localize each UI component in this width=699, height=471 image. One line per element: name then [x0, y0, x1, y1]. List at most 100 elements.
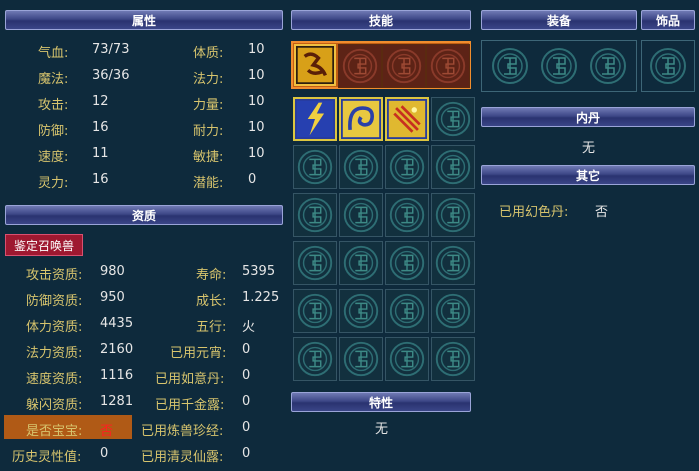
- skill-slot[interactable]: [431, 337, 475, 381]
- skill-slot[interactable]: [293, 241, 337, 285]
- yellow-rune-skill-icon[interactable]: [294, 44, 336, 86]
- apt-label-dodge: 躲闪资质:: [26, 398, 83, 413]
- apt-label-stamina: 体力资质:: [26, 320, 83, 335]
- attr-label-defense: 防御:: [38, 124, 69, 139]
- skill-slot[interactable]: [339, 241, 383, 285]
- apt-value-speed: 1116: [100, 368, 134, 383]
- selected-skill-row: [291, 41, 471, 89]
- apt-value-dodge: 1281: [100, 394, 134, 409]
- skill-slot[interactable]: [293, 337, 337, 381]
- skill-slot[interactable]: [339, 145, 383, 189]
- skill-slot[interactable]: [431, 145, 475, 189]
- skill-slot[interactable]: [339, 289, 383, 333]
- skill-slot[interactable]: [339, 193, 383, 237]
- skill-slot[interactable]: [385, 193, 429, 237]
- attr-value-endurance: 10: [248, 120, 265, 135]
- attr-value-strength: 10: [248, 94, 265, 109]
- skill-slot[interactable]: [431, 193, 475, 237]
- attr-label-hp: 气血:: [38, 46, 69, 61]
- attr-value-agility: 10: [248, 146, 265, 161]
- other-label-huanse: 已用幻色丹:: [499, 205, 569, 220]
- attr-label-agility: 敏捷:: [193, 150, 224, 165]
- equipment-slot[interactable]: [537, 44, 581, 88]
- skill-slot[interactable]: [385, 337, 429, 381]
- skill-slot[interactable]: [293, 193, 337, 237]
- apt-value-element: 火: [242, 320, 256, 335]
- apt-value-history-spirit: 0: [100, 446, 109, 461]
- accessory-header: 饰品: [641, 10, 695, 30]
- attr-label-mp: 魔法:: [38, 72, 69, 87]
- attr-label-magic: 法力:: [193, 72, 224, 87]
- skill-slot[interactable]: [293, 145, 337, 189]
- apt-label-qingling: 已用清灵仙露:: [141, 450, 224, 465]
- inner-dan-header: 内丹: [481, 107, 695, 127]
- equipment-slot[interactable]: [586, 44, 630, 88]
- apt-value-is-baby: 否: [100, 424, 114, 439]
- skill-slot[interactable]: [385, 289, 429, 333]
- skill-slot-locked[interactable]: [338, 44, 382, 88]
- attr-value-mp: 36/36: [92, 68, 130, 83]
- apt-value-defense: 950: [100, 290, 125, 305]
- apt-label-lifespan: 寿命:: [196, 268, 227, 283]
- skill-slot[interactable]: [339, 337, 383, 381]
- accessory-slot-frame: [641, 40, 695, 92]
- attr-value-spirit: 16: [92, 172, 109, 187]
- attr-value-defense: 16: [92, 120, 109, 135]
- attr-label-strength: 力量:: [193, 98, 224, 113]
- skill-slot-locked[interactable]: [426, 44, 470, 88]
- attr-value-magic: 10: [248, 68, 265, 83]
- attr-label-speed: 速度:: [38, 150, 69, 165]
- apt-label-lianshou: 已用炼兽珍经:: [141, 424, 224, 439]
- apt-label-speed: 速度资质:: [26, 372, 83, 387]
- other-value-huanse: 否: [595, 205, 609, 220]
- apt-value-attack: 980: [100, 264, 125, 279]
- swirl-skill-icon[interactable]: [339, 97, 383, 141]
- skill-slot[interactable]: [431, 289, 475, 333]
- attr-label-attack: 攻击:: [38, 98, 69, 113]
- apt-value-growth: 1.225: [242, 290, 280, 305]
- attributes-header: 属性: [5, 10, 283, 30]
- attr-label-spirit: 灵力:: [38, 176, 69, 191]
- skill-slot[interactable]: [385, 241, 429, 285]
- apt-label-ruyi: 已用如意丹:: [155, 372, 225, 387]
- attr-value-attack: 12: [92, 94, 109, 109]
- attr-value-constitution: 10: [248, 42, 265, 57]
- apt-value-ruyi: 0: [242, 368, 251, 383]
- attr-value-hp: 73/73: [92, 42, 130, 57]
- identify-pet-button[interactable]: 鉴定召唤兽: [5, 234, 83, 256]
- attr-label-potential: 潜能:: [193, 176, 224, 191]
- apt-label-history-spirit: 历史灵性值:: [12, 450, 82, 465]
- skill-slot[interactable]: [385, 145, 429, 189]
- inner-dan-value: 无: [582, 141, 596, 156]
- apt-value-stamina: 4435: [100, 316, 134, 331]
- traits-value: 无: [375, 422, 389, 437]
- other-header: 其它: [481, 165, 695, 185]
- sparkle-skill-icon[interactable]: [385, 97, 429, 141]
- skill-slot[interactable]: [431, 241, 475, 285]
- apt-label-is-baby: 是否宝宝:: [26, 424, 83, 439]
- apt-label-yuanxiao: 已用元宵:: [170, 346, 227, 361]
- apt-label-growth: 成长:: [196, 294, 227, 309]
- apt-value-magic: 2160: [100, 342, 134, 357]
- skills-header: 技能: [291, 10, 471, 30]
- apt-value-qianjin: 0: [242, 394, 251, 409]
- accessory-slot[interactable]: [646, 44, 690, 88]
- attr-label-constitution: 体质:: [193, 46, 224, 61]
- equipment-slots: [481, 40, 637, 92]
- apt-label-element: 五行:: [196, 320, 227, 335]
- apt-label-attack: 攻击资质:: [26, 268, 83, 283]
- lightning-skill-icon[interactable]: [293, 97, 337, 141]
- apt-label-defense: 防御资质:: [26, 294, 83, 309]
- apt-value-yuanxiao: 0: [242, 342, 251, 357]
- attr-value-potential: 0: [248, 172, 257, 187]
- skill-slot[interactable]: [431, 97, 475, 141]
- skill-slot-locked[interactable]: [382, 44, 426, 88]
- skill-grid: [291, 95, 475, 385]
- apt-label-magic: 法力资质:: [26, 346, 83, 361]
- apt-label-qianjin: 已用千金露:: [155, 398, 225, 413]
- equipment-header: 装备: [481, 10, 637, 30]
- apt-value-lianshou: 0: [242, 420, 251, 435]
- equipment-slot[interactable]: [488, 44, 532, 88]
- skill-slot[interactable]: [293, 289, 337, 333]
- traits-header: 特性: [291, 392, 471, 412]
